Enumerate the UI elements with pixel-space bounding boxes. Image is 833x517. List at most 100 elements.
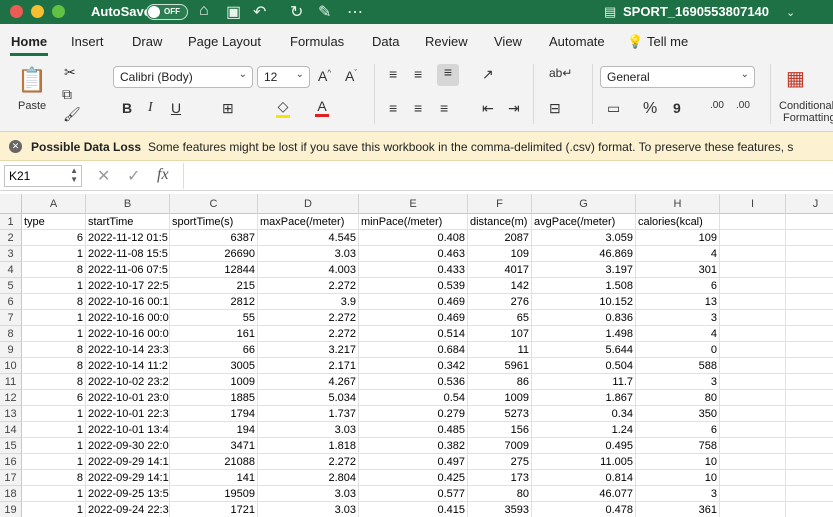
tab-draw[interactable]: Draw <box>132 34 162 49</box>
table-cell[interactable] <box>786 358 833 374</box>
number-format-select[interactable]: General ⌄ <box>600 66 755 88</box>
row-header[interactable]: 11 <box>0 374 22 390</box>
formatting-label[interactable]: Formatting <box>783 112 833 124</box>
table-cell[interactable]: 1 <box>22 278 86 294</box>
table-cell[interactable]: 141 <box>170 470 258 486</box>
font-color-icon[interactable]: A <box>315 98 329 117</box>
table-cell[interactable] <box>720 422 786 438</box>
table-cell[interactable]: 3.03 <box>258 502 359 517</box>
cut-icon[interactable]: ✂ <box>64 64 76 81</box>
table-cell[interactable] <box>720 486 786 502</box>
table-cell[interactable]: 0.279 <box>359 406 468 422</box>
merge-center-icon[interactable]: ⊟ <box>549 100 561 117</box>
table-cell[interactable]: 3471 <box>170 438 258 454</box>
table-cell[interactable]: 1.818 <box>258 438 359 454</box>
comma-style-button[interactable]: 9 <box>673 100 681 116</box>
table-cell[interactable]: 0.425 <box>359 470 468 486</box>
table-cell[interactable] <box>720 342 786 358</box>
table-cell[interactable]: 3.03 <box>258 486 359 502</box>
table-cell[interactable]: 6 <box>22 230 86 246</box>
table-cell[interactable]: 3.03 <box>258 422 359 438</box>
table-cell[interactable]: 65 <box>468 310 532 326</box>
table-cell[interactable] <box>720 230 786 246</box>
table-cell[interactable]: 1009 <box>468 390 532 406</box>
table-cell[interactable]: avgPace(/meter) <box>532 214 636 230</box>
table-cell[interactable]: 109 <box>468 246 532 262</box>
table-cell[interactable] <box>786 230 833 246</box>
table-cell[interactable]: 2812 <box>170 294 258 310</box>
table-cell[interactable]: 2022-10-16 00:0 <box>86 326 170 342</box>
table-cell[interactable] <box>720 326 786 342</box>
table-cell[interactable]: 11 <box>468 342 532 358</box>
table-cell[interactable]: 0.684 <box>359 342 468 358</box>
row-header[interactable]: 9 <box>0 342 22 358</box>
table-cell[interactable]: 10 <box>636 470 720 486</box>
zoom-window-button[interactable] <box>52 5 65 18</box>
table-cell[interactable]: 8 <box>22 294 86 310</box>
row-header[interactable]: 15 <box>0 438 22 454</box>
font-name-select[interactable]: Calibri (Body) ⌄ <box>113 66 253 88</box>
table-cell[interactable]: startTime <box>86 214 170 230</box>
table-cell[interactable]: 2022-10-01 23:0 <box>86 390 170 406</box>
table-cell[interactable] <box>786 438 833 454</box>
table-cell[interactable]: 215 <box>170 278 258 294</box>
cancel-icon[interactable]: ✕ <box>97 166 110 186</box>
table-cell[interactable]: 2022-10-14 23:3 <box>86 342 170 358</box>
column-header-e[interactable]: E <box>359 194 468 214</box>
table-cell[interactable]: 2022-09-30 22:0 <box>86 438 170 454</box>
table-cell[interactable]: 2.272 <box>258 454 359 470</box>
row-header[interactable]: 14 <box>0 422 22 438</box>
column-header-i[interactable]: I <box>720 194 786 214</box>
table-cell[interactable]: 3.059 <box>532 230 636 246</box>
tab-formulas[interactable]: Formulas <box>290 34 344 49</box>
table-cell[interactable]: 0 <box>636 342 720 358</box>
table-cell[interactable]: 588 <box>636 358 720 374</box>
table-cell[interactable]: 55 <box>170 310 258 326</box>
column-header-f[interactable]: F <box>468 194 532 214</box>
table-cell[interactable] <box>720 310 786 326</box>
chevron-down-icon[interactable]: ⌄ <box>786 6 795 19</box>
tab-data[interactable]: Data <box>372 34 399 49</box>
table-cell[interactable]: 0.34 <box>532 406 636 422</box>
name-box-stepper-icon[interactable]: ▲ ▼ <box>70 166 78 184</box>
table-cell[interactable] <box>720 278 786 294</box>
close-icon[interactable]: ✕ <box>9 140 22 153</box>
table-cell[interactable]: 7009 <box>468 438 532 454</box>
table-cell[interactable]: sportTime(s) <box>170 214 258 230</box>
orientation-icon[interactable]: ↗ <box>482 66 494 83</box>
table-cell[interactable] <box>720 438 786 454</box>
more-icon[interactable]: ⋯ <box>347 2 363 22</box>
decrease-decimal-button[interactable]: .00 <box>736 100 750 111</box>
row-header[interactable]: 8 <box>0 326 22 342</box>
table-cell[interactable]: 26690 <box>170 246 258 262</box>
table-cell[interactable] <box>786 486 833 502</box>
table-cell[interactable]: 2022-11-08 15:5 <box>86 246 170 262</box>
table-cell[interactable]: 13 <box>636 294 720 310</box>
table-cell[interactable]: 4.003 <box>258 262 359 278</box>
table-cell[interactable]: 1.508 <box>532 278 636 294</box>
table-cell[interactable]: 4.545 <box>258 230 359 246</box>
table-cell[interactable]: 173 <box>468 470 532 486</box>
table-cell[interactable] <box>786 326 833 342</box>
table-cell[interactable]: 3.9 <box>258 294 359 310</box>
table-cell[interactable]: 1 <box>22 406 86 422</box>
table-cell[interactable]: 80 <box>468 486 532 502</box>
column-header-c[interactable]: C <box>170 194 258 214</box>
table-cell[interactable]: 0.495 <box>532 438 636 454</box>
copy-icon[interactable]: ⧉ <box>62 86 72 103</box>
table-cell[interactable]: 3 <box>636 374 720 390</box>
table-cell[interactable] <box>720 214 786 230</box>
table-cell[interactable]: 4 <box>636 246 720 262</box>
table-cell[interactable]: 5.034 <box>258 390 359 406</box>
table-cell[interactable]: 107 <box>468 326 532 342</box>
table-cell[interactable]: 194 <box>170 422 258 438</box>
table-cell[interactable] <box>786 246 833 262</box>
table-cell[interactable]: 8 <box>22 342 86 358</box>
table-cell[interactable]: 19509 <box>170 486 258 502</box>
table-cell[interactable]: 301 <box>636 262 720 278</box>
tell-me-search[interactable]: Tell me <box>647 34 688 49</box>
table-cell[interactable]: 2022-10-01 22:3 <box>86 406 170 422</box>
table-cell[interactable]: 2022-09-25 13:5 <box>86 486 170 502</box>
table-cell[interactable]: 2022-11-06 07:5 <box>86 262 170 278</box>
home-icon[interactable]: ⌂ <box>199 2 209 20</box>
